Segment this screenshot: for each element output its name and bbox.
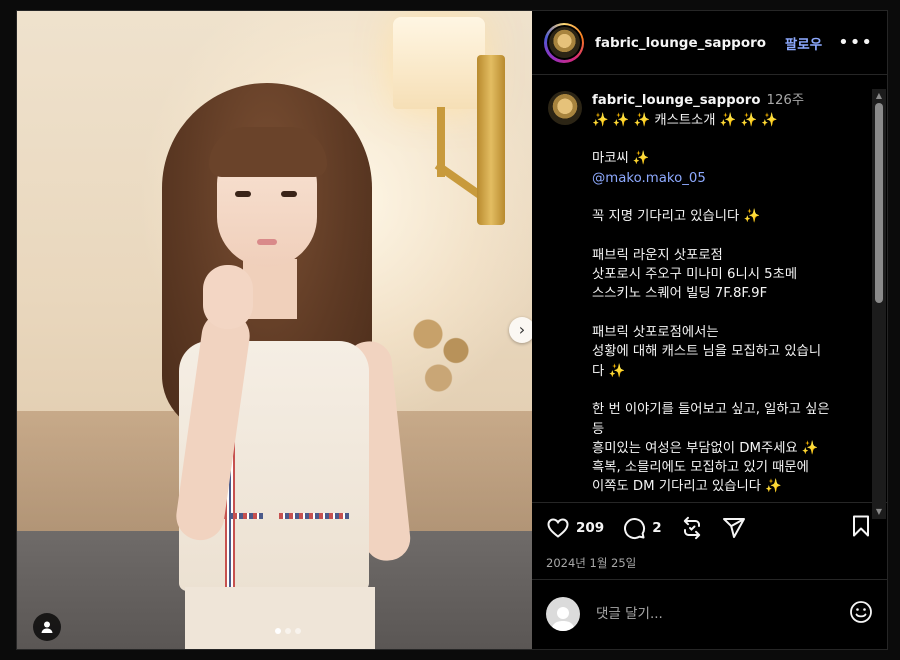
caption-time[interactable]: 126주 [766,93,804,108]
more-icon[interactable]: ••• [838,33,873,51]
carousel-dot [295,628,301,634]
scroll-down-icon[interactable]: ▼ [872,505,886,519]
share-button[interactable] [722,516,746,540]
caption-username[interactable]: fabric_lounge_sapporo [592,93,760,108]
carousel-dot [275,628,281,634]
post-panel: fabric_lounge_sapporo 팔로우 ••• fabric_lou… [532,11,887,649]
model-hand [203,265,253,329]
model-skirt [185,587,375,649]
lamp-plate [477,55,505,225]
scroll-thumb[interactable] [875,103,883,303]
caption-line: 흑복, 소믈리에도 모집하고 있기 때문에 [592,460,809,476]
heart-icon [547,518,569,538]
scroll-up-icon[interactable]: ▲ [872,89,886,103]
avatar-inner [546,25,582,61]
caption-line [592,227,830,246]
caption-line: 한 번 이야기를 들어보고 싶고, 일하고 싶은 [592,402,830,418]
post-image[interactable]: › [17,11,532,649]
comment-button[interactable]: 2 [622,516,662,540]
emoji-button[interactable] [849,600,873,628]
caption-line: 이쪽도 DM 기다리고 있습니다 ✨ [592,479,782,495]
next-image-button[interactable]: › [509,317,532,343]
repost-icon [683,516,700,539]
emoji-icon [850,601,872,624]
caption-area: fabric_lounge_sapporo 126주 ✨ ✨ ✨ 캐스트소개 ✨ … [532,75,887,502]
post-date: 2024년 1월 25일 [546,555,637,570]
action-bar: 209 2 [532,502,887,553]
model-bangs [209,127,327,177]
caption-line: 꼭 지명 기다리고 있습니다 ✨ [592,209,761,225]
model-eye-right [281,191,297,197]
caption-header: fabric_lounge_sapporo 126주 [592,91,830,110]
caption-line: 스스키노 스퀘어 빌딩 7F.8F.9F [592,286,768,302]
caption-line [592,381,830,400]
caption-row: fabric_lounge_sapporo 126주 ✨ ✨ ✨ 캐스트소개 ✨ … [548,91,865,496]
dried-flowers [407,301,477,411]
caption-line: 삿포로시 주오구 미나미 6니시 5초메 [592,267,798,283]
caption-line: 등 [592,421,605,437]
caption-line [592,188,830,207]
model-lips [257,239,277,245]
bookmark-button[interactable] [849,514,873,542]
model-eye-left [235,191,251,197]
user-tag-button[interactable] [33,613,61,641]
caption-body: fabric_lounge_sapporo 126주 ✨ ✨ ✨ 캐스트소개 ✨ … [592,91,830,496]
like-count: 209 [576,519,605,536]
caption-line [592,130,830,149]
like-button[interactable]: 209 [546,516,604,540]
caption-line: 패브릭 라운지 삿포로점 [592,247,723,263]
caption-line: 흥미있는 여성은 부담없이 DM주세요 ✨ [592,440,819,456]
user-tag-icon [41,621,53,633]
repost-button[interactable] [680,516,704,540]
comment-count: 2 [652,519,662,536]
comment-avatar [546,597,580,632]
avatar[interactable] [544,22,584,63]
caption-line: ✨ ✨ ✨ 캐스트소개 ✨ ✨ ✨ [592,112,778,128]
caption-line: 성황에 대해 캐스트 님을 모집하고 있습니 [592,344,822,360]
chevron-right-icon: › [518,320,526,339]
caption-avatar[interactable] [548,91,582,126]
avatar-image [548,27,580,59]
lamp-shade [393,17,485,109]
default-avatar-icon [551,607,575,632]
caption-line: 다 ✨ [592,363,626,379]
comment-input[interactable] [594,605,849,624]
post-header: fabric_lounge_sapporo 팔로우 ••• [532,11,887,76]
mention-link[interactable]: @mako.mako_05 [592,169,830,188]
carousel-dots [275,628,301,634]
share-icon [722,517,745,538]
header-username[interactable]: fabric_lounge_sapporo [595,35,766,51]
caption-text: ✨ ✨ ✨ 캐스트소개 ✨ ✨ ✨ 마코씨 ✨ @mako.mako_05 꼭 지… [592,111,830,497]
caption-line [592,304,830,323]
comment-icon [624,517,646,539]
comment-bar [532,578,887,649]
carousel-dot [285,628,291,634]
post-dialog: › fabric_lounge_sapporo 팔로우 ••• fabric_l… [16,10,888,650]
caption-line: 패브릭 삿포로점에서는 [592,325,719,341]
follow-button[interactable]: 팔로우 [785,33,822,53]
caption-scrollbar[interactable]: ▲ ▼ [872,89,886,519]
bookmark-icon [853,515,869,537]
pocket-trim-right [279,513,349,519]
caption-line: 마코씨 ✨ [592,151,650,167]
